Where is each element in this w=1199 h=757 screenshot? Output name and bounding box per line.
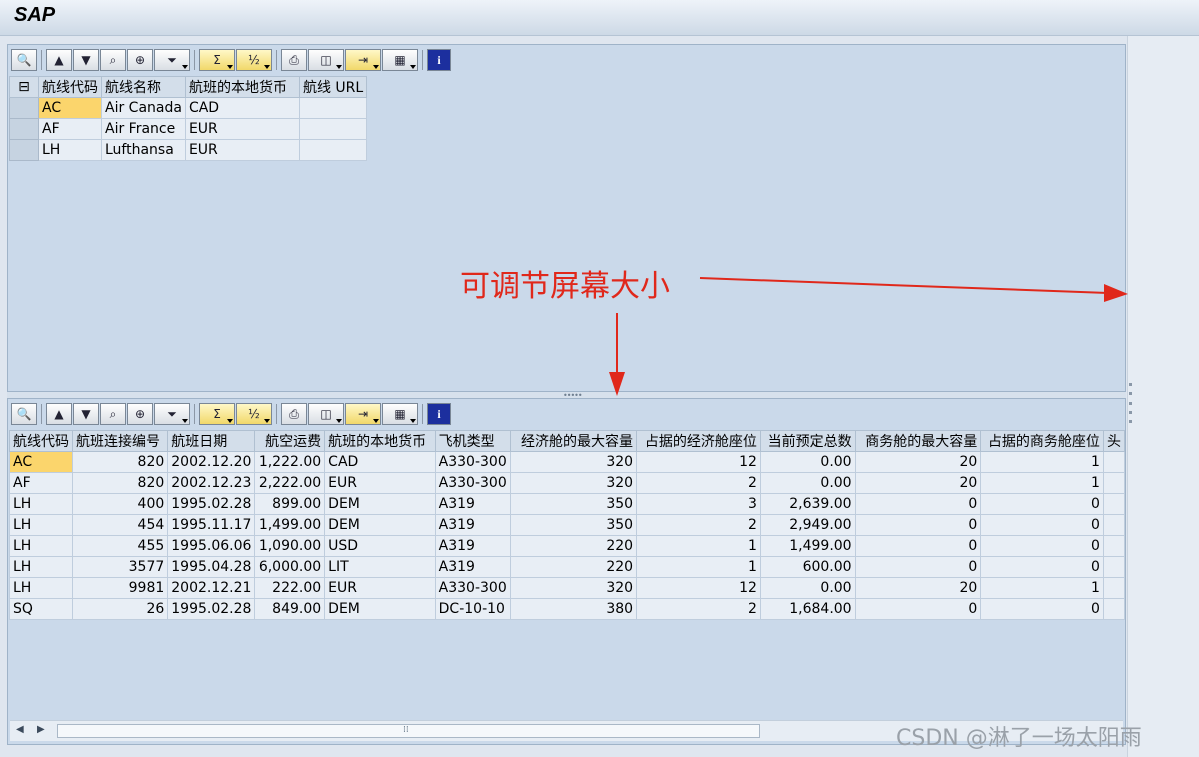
- annotation-arrows: [609, 277, 1128, 396]
- arrow-right-icon: [699, 277, 1128, 302]
- watermark: CSDN @淋了一场太阳雨: [896, 726, 1142, 751]
- arrow-down-icon: [609, 313, 625, 396]
